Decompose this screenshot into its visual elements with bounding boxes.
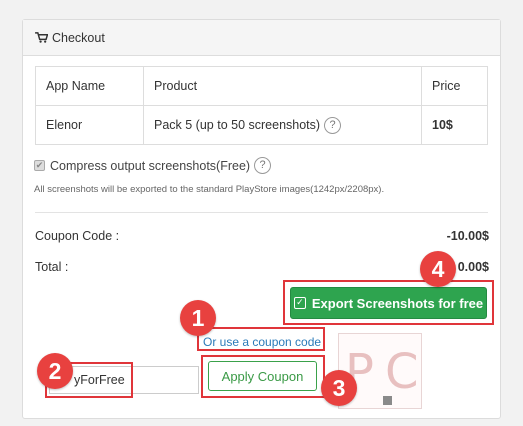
price-cell: 10$ <box>421 105 488 145</box>
table-header-row: App Name Product Price <box>35 66 488 106</box>
table-row: Elenor Pack 5 (up to 50 screenshots)? 10… <box>35 105 488 145</box>
coupon-code-value: -10.00$ <box>446 229 489 243</box>
panel-header: Checkout <box>23 20 500 56</box>
step-badge-4: 4 <box>420 251 456 287</box>
column-header: App Name <box>35 66 144 106</box>
compress-checkbox[interactable]: ✔ <box>34 160 45 171</box>
highlight-box-coupon-link <box>197 327 325 351</box>
panel-title: Checkout <box>52 30 105 45</box>
product-cell: Pack 5 (up to 50 screenshots)? <box>143 105 422 145</box>
step-badge-2: 2 <box>37 353 73 389</box>
product-text: Pack 5 (up to 50 screenshots) <box>154 117 321 132</box>
compress-label: Compress output screenshots(Free) <box>50 158 251 173</box>
compress-option: ✔ Compress output screenshots(Free) ? <box>34 157 272 174</box>
app-name-cell: Elenor <box>35 105 144 145</box>
help-icon[interactable]: ? <box>254 157 272 174</box>
step-badge-1: 1 <box>180 300 216 336</box>
total-label: Total : <box>35 260 69 274</box>
highlight-box-apply <box>201 355 325 398</box>
coupon-code-label: Coupon Code : <box>35 229 120 243</box>
divider <box>35 212 488 213</box>
column-header: Price <box>421 66 488 106</box>
export-note: All screenshots will be exported to the … <box>34 184 385 195</box>
product-table: App Name Product Price Elenor Pack 5 (up… <box>35 66 488 145</box>
total-value: 0.00$ <box>457 260 489 274</box>
step-badge-3: 3 <box>321 370 357 406</box>
highlight-box-export <box>283 280 494 325</box>
help-icon[interactable]: ? <box>324 116 342 134</box>
column-header: Product <box>143 66 422 106</box>
cart-icon <box>35 32 48 43</box>
